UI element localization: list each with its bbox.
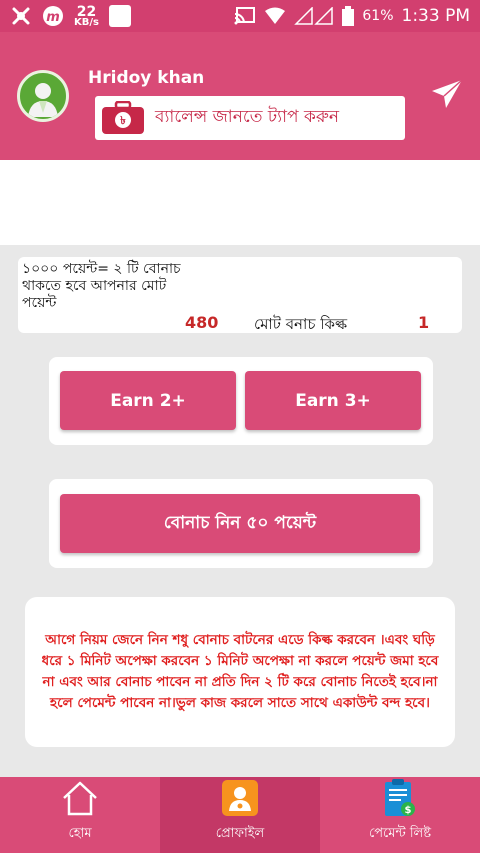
network-speed: 22 KB/s (74, 3, 99, 28)
status-bar: m 22 KB/s 61% 1:33 PM (0, 0, 480, 32)
battery-level: 61% (362, 8, 394, 24)
bonus-card: বোনাচ নিন ৫০ পয়েন্ট (49, 479, 433, 568)
check-balance-label: ব্যালেন্স জানতে ট্যাপ করুন (155, 107, 340, 127)
app-notification-icon (10, 5, 32, 27)
nav-label-payment-list: পেমেন্ট লিষ্ট (368, 826, 432, 841)
m-app-icon: m (42, 5, 64, 27)
user-avatar-icon (28, 83, 58, 117)
earn-3-button[interactable]: Earn 3+ (245, 371, 421, 430)
nav-label-home: হোম (68, 826, 92, 841)
app-header: Hridoy khan ৳ ব্যালেন্স জানতে ট্যাপ করুন (0, 32, 480, 160)
rules-card: আগে নিয়ম জেনে নিন শধু বোনাচ বাটনের এডে … (25, 597, 455, 747)
username: Hridoy khan (88, 68, 205, 88)
total-points-value: 480 (185, 313, 219, 332)
total-bonus-clicks-label: মোট বনাচ কিল্ক (254, 315, 348, 333)
nav-item-home[interactable]: হোম (0, 777, 160, 853)
nav-item-payment-list[interactable]: $ পেমেন্ট লিষ্ট (320, 777, 480, 853)
ad-banner-area (0, 160, 480, 245)
wifi-icon (264, 7, 286, 25)
app-square-icon (108, 5, 131, 27)
battery-icon (342, 6, 355, 26)
earn-2-button[interactable]: Earn 2+ (60, 371, 236, 430)
check-balance-button[interactable]: ৳ ব্যালেন্স জানতে ট্যাপ করুন (95, 96, 405, 140)
bottom-navigation: হোম প্রোফাইল $ পেমেন্ট লিষ্ট (0, 777, 480, 853)
points-info-card: ১০০০ পয়েন্ট= ২ টি বোনাচ থাকতে হবে আপনার… (18, 257, 462, 333)
clock: 1:33 PM (401, 6, 471, 26)
nav-item-profile[interactable]: প্রোফাইল (160, 777, 320, 853)
wallet-icon: ৳ (102, 101, 144, 134)
svg-text:$: $ (405, 805, 412, 816)
get-bonus-button[interactable]: বোনাচ নিন ৫০ পয়েন্ট (60, 494, 420, 553)
svg-text:৳: ৳ (120, 114, 126, 127)
home-icon (60, 778, 100, 818)
avatar[interactable] (17, 70, 69, 122)
profile-icon (220, 778, 260, 818)
earn-card: Earn 2+ Earn 3+ (49, 357, 433, 445)
svg-text:m: m (46, 10, 60, 25)
signal-icon (294, 7, 334, 25)
share-icon[interactable] (430, 77, 464, 111)
points-rule-text: ১০০০ পয়েন্ট= ২ টি বোনাচ থাকতে হবে আপনার… (22, 261, 181, 311)
payment-list-icon: $ (380, 778, 420, 818)
nav-label-profile: প্রোফাইল (215, 826, 265, 841)
rules-text: আগে নিয়ম জেনে নিন শধু বোনাচ বাটনের এডে … (41, 632, 439, 711)
cast-icon (234, 7, 256, 25)
total-bonus-clicks-value: 1 (418, 313, 430, 332)
